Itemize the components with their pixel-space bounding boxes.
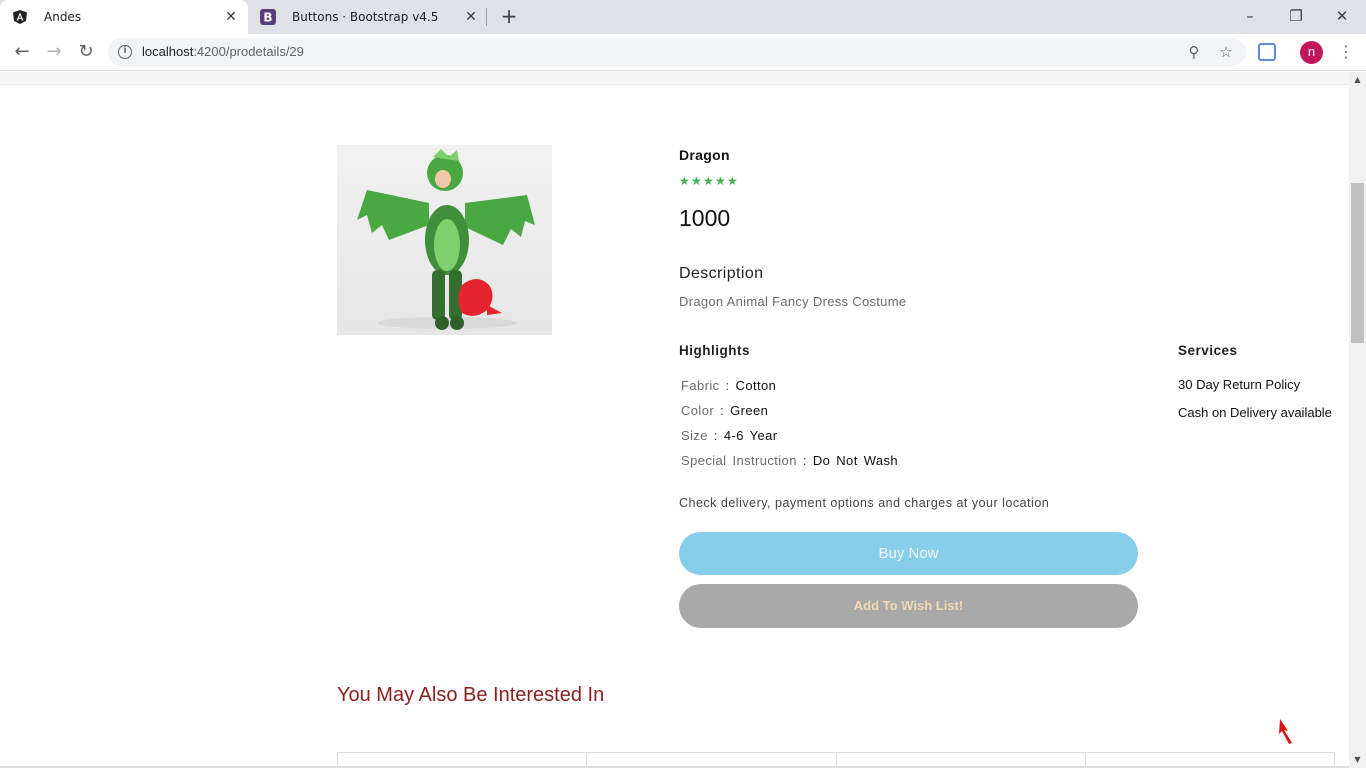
delivery-note: Check delivery, payment options and char… xyxy=(679,496,1050,510)
page-viewport: Dragon ★ ★ ★ ★ ★ 1000 Description Dragon… xyxy=(0,72,1349,768)
scrollbar-thumb[interactable] xyxy=(1351,183,1364,343)
minimize-icon[interactable]: – xyxy=(1238,4,1262,28)
url-text[interactable]: localhost:4200/prodetails/29 xyxy=(142,44,304,59)
page-scrollbar[interactable]: ▲ ▼ xyxy=(1349,72,1366,768)
highlight-separator: : xyxy=(725,378,730,393)
highlight-separator: : xyxy=(713,428,718,443)
scroll-up-arrow-icon[interactable]: ▲ xyxy=(1349,72,1366,88)
buy-now-button[interactable]: Buy Now xyxy=(679,532,1138,575)
red-arrow-cursor-icon xyxy=(1279,719,1292,744)
star-icon: ★ xyxy=(727,174,738,188)
product-name: Dragon xyxy=(679,147,730,163)
profile-avatar[interactable]: n xyxy=(1300,41,1323,64)
highlight-row: Special Instruction: Do Not Wash xyxy=(681,453,898,468)
browser-menu-icon[interactable]: ⋮ xyxy=(1338,41,1354,63)
star-rating: ★ ★ ★ ★ ★ xyxy=(679,174,738,190)
url-host: localhost xyxy=(142,44,194,59)
close-tab-icon[interactable]: ✕ xyxy=(462,8,480,26)
highlights-heading: Highlights xyxy=(679,343,750,358)
description-text: Dragon Animal Fancy Dress Costume xyxy=(679,294,907,309)
bootstrap-icon: B xyxy=(260,9,276,25)
highlight-value: Do Not Wash xyxy=(812,453,899,468)
star-icon: ★ xyxy=(715,174,726,188)
highlight-key: Special Instruction xyxy=(681,453,797,468)
highlight-key: Size xyxy=(681,428,708,443)
product-image xyxy=(337,145,552,335)
highlight-value: Cotton xyxy=(735,378,777,393)
tab-separator xyxy=(486,8,487,26)
zoom-magnifier-icon[interactable]: ⚲ xyxy=(1184,42,1204,62)
highlight-row: Size:4-6 Year xyxy=(681,428,778,443)
url-path: :4200/prodetails/29 xyxy=(193,44,304,59)
description-heading: Description xyxy=(679,265,764,282)
svg-text:B: B xyxy=(263,11,272,25)
highlight-row: Fabric: Cotton xyxy=(681,378,776,393)
add-to-wishlist-button[interactable]: Add To Wish List! xyxy=(679,584,1138,628)
tab-title: Buttons · Bootstrap v4.5 xyxy=(292,10,439,24)
header-strip xyxy=(0,72,1349,85)
star-icon: ★ xyxy=(691,174,702,188)
product-price: 1000 xyxy=(679,205,731,231)
reload-icon[interactable]: ↻ xyxy=(74,40,98,64)
star-icon: ★ xyxy=(679,174,690,188)
dragon-costume-picture xyxy=(357,149,535,330)
close-window-icon[interactable]: ✕ xyxy=(1330,4,1354,28)
tab-title: Andes xyxy=(44,10,82,24)
highlight-row: Color: Green xyxy=(681,403,768,418)
highlight-key: Fabric xyxy=(681,378,720,393)
services-heading: Services xyxy=(1178,343,1238,358)
highlight-key: Color xyxy=(681,403,715,418)
address-bar[interactable]: i localhost:4200/prodetails/29 ⚲ ☆ xyxy=(108,38,1246,66)
service-item: 30 Day Return Policy xyxy=(1178,377,1301,392)
close-tab-icon[interactable]: ✕ xyxy=(222,8,240,26)
tab-andes[interactable]: Andes ✕ xyxy=(0,0,248,34)
bookmark-star-icon[interactable]: ☆ xyxy=(1216,42,1236,62)
browser-toolbar: ← → ↻ i localhost:4200/prodetails/29 ⚲ ☆… xyxy=(0,34,1366,71)
service-item: Cash on Delivery available xyxy=(1178,405,1332,420)
restore-window-icon[interactable]: ❐ xyxy=(1284,4,1308,28)
angular-icon xyxy=(13,10,27,24)
scroll-down-arrow-icon[interactable]: ▼ xyxy=(1349,752,1366,768)
highlight-separator: : xyxy=(802,453,807,468)
new-tab-plus-icon[interactable]: + xyxy=(498,6,520,28)
browser-tab-bar: Andes ✕ B Buttons · Bootstrap v4.5 ✕ + –… xyxy=(0,0,1366,34)
back-arrow-icon[interactable]: ← xyxy=(10,40,34,64)
forward-arrow-icon[interactable]: → xyxy=(42,40,66,64)
site-info-icon[interactable]: i xyxy=(118,45,132,59)
highlight-value: 4-6 Year xyxy=(723,428,778,443)
recommendations-heading: You May Also Be Interested In xyxy=(337,684,605,706)
highlight-separator: : xyxy=(720,403,725,418)
tab-bootstrap-buttons[interactable]: B Buttons · Bootstrap v4.5 ✕ xyxy=(248,0,488,34)
star-icon: ★ xyxy=(703,174,714,188)
extension-icon[interactable] xyxy=(1258,43,1276,61)
highlight-value: Green xyxy=(730,403,769,418)
